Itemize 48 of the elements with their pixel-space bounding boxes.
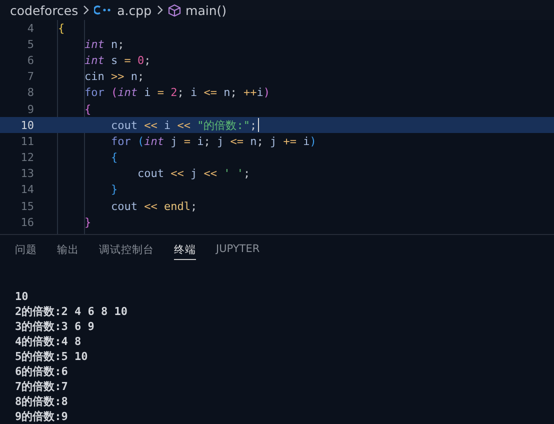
cpp-file-icon: [94, 5, 112, 15]
line-number: 12: [20, 151, 34, 164]
terminal-output-line: 10: [15, 289, 30, 304]
line-number: 10: [20, 118, 34, 132]
terminal-output-line: 4的倍数:4 8: [15, 334, 82, 349]
chevron-icon: [156, 5, 163, 15]
code-line: cout << j << ' ';: [136, 167, 250, 180]
breadcrumb-item[interactable]: codeforces: [10, 2, 78, 18]
code-line: {: [58, 22, 65, 35]
cube-icon: [168, 4, 181, 16]
line-number: 5: [26, 38, 34, 51]
line-number: 6: [26, 54, 34, 67]
line-number: 13: [20, 167, 34, 180]
panel-tab[interactable]: 问题: [15, 243, 37, 260]
text-cursor: [258, 118, 259, 132]
terminal-output-line: 7的倍数:7: [15, 379, 69, 394]
code-line: cin >> n;: [83, 70, 144, 84]
terminal-output-line: 6的倍数:6: [15, 364, 69, 379]
line-number: 14: [20, 183, 34, 196]
code-line: }: [83, 216, 92, 229]
terminal-output-line: 5的倍数:5 10: [15, 349, 89, 364]
terminal-output-line: 2的倍数:2 4 6 8 10: [15, 304, 128, 319]
breadcrumb-item[interactable]: a.cpp: [117, 2, 152, 18]
code-line: int n;: [83, 38, 124, 51]
panel-tab[interactable]: 终端: [174, 243, 196, 260]
code-line: for (int i = 2; i <= n; ++i): [83, 86, 270, 100]
panel-tab[interactable]: 调试控制台: [99, 243, 154, 260]
line-number: 11: [20, 134, 34, 148]
code-line: int s = 0;: [83, 54, 151, 67]
code-line: }: [110, 183, 118, 196]
breadcrumb-item[interactable]: main(): [186, 2, 227, 18]
line-number: 16: [20, 216, 34, 229]
code-line: cout << i << "的倍数:";: [110, 118, 257, 133]
line-number: 9: [26, 102, 34, 116]
terminal-output-line: 3的倍数:3 6 9: [15, 319, 96, 334]
line-number: 8: [26, 86, 34, 100]
panel-tab[interactable]: JUPYTER: [216, 243, 260, 260]
terminal-output-line: 8的倍数:8: [15, 394, 69, 409]
code-line: {: [110, 151, 118, 164]
panel-tab[interactable]: 输出: [57, 243, 79, 260]
code-line: {: [83, 102, 92, 116]
chevron-icon: [83, 5, 90, 15]
line-number: 4: [26, 22, 34, 35]
line-number: 7: [26, 70, 34, 84]
terminal-output-line: 9的倍数:9: [15, 409, 69, 424]
line-number: 15: [20, 200, 34, 213]
code-line: cout << endl;: [110, 200, 198, 213]
code-line: for (int j = i; j <= n; j += i): [110, 134, 316, 148]
